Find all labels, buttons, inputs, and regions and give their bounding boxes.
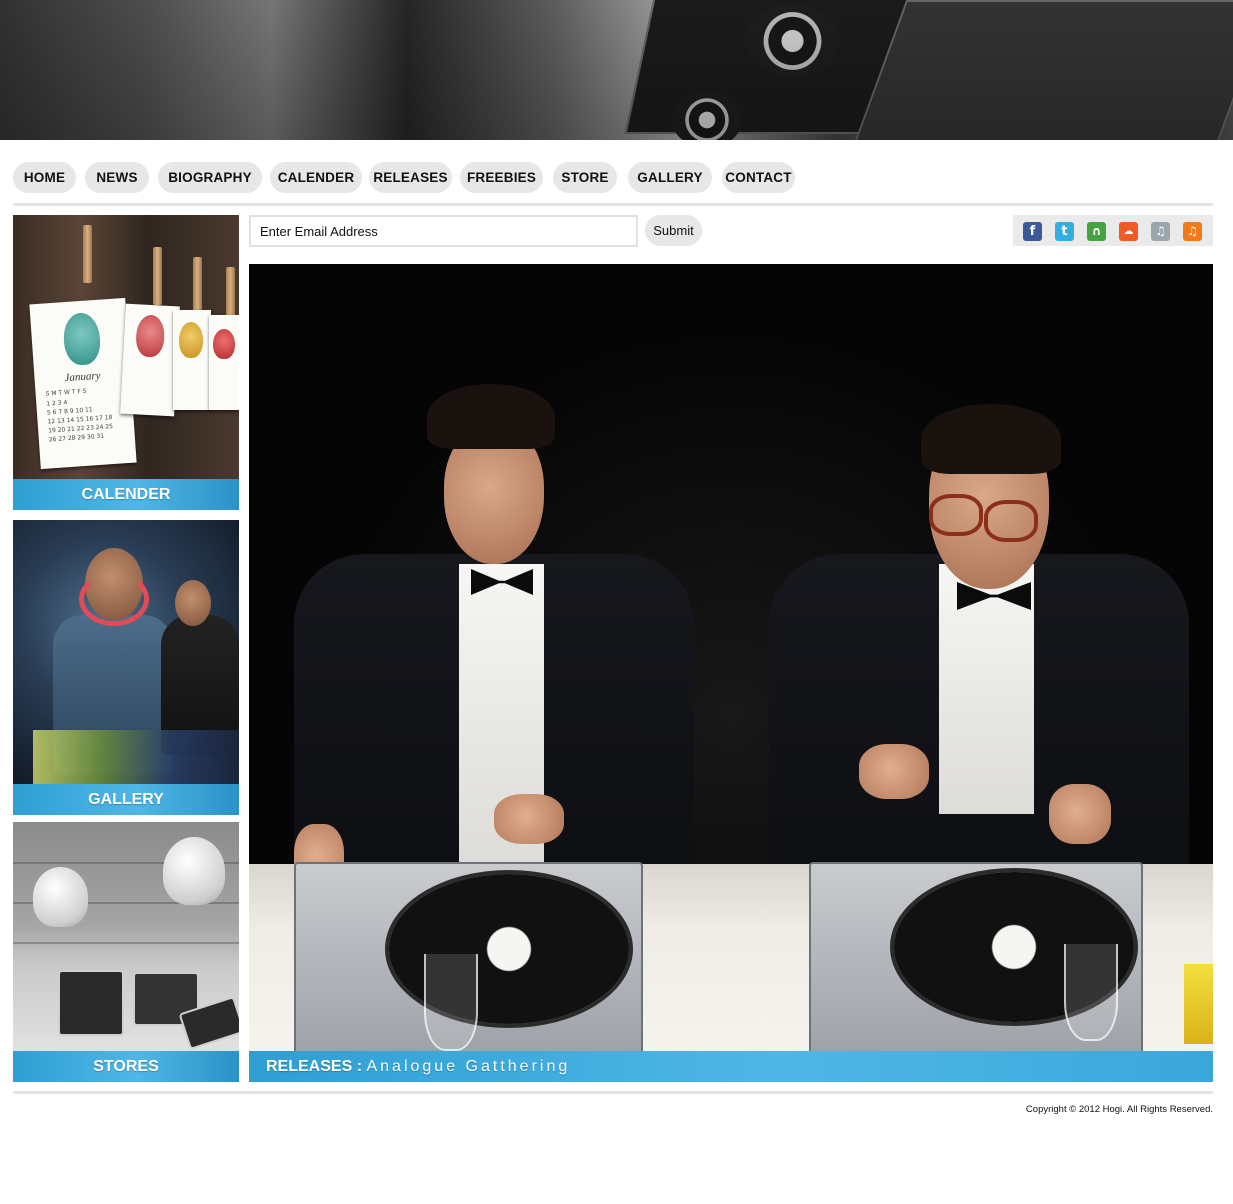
owl-illustration bbox=[135, 314, 166, 358]
owl-illustration bbox=[62, 311, 102, 367]
soundcloud-icon[interactable]: ☁ bbox=[1119, 222, 1138, 241]
calender-panel-label: CALENDER bbox=[13, 479, 239, 510]
nav-freebies[interactable]: FREEBIES bbox=[460, 162, 543, 193]
header-shade bbox=[0, 0, 1233, 140]
nav-releases[interactable]: RELEASES bbox=[369, 162, 452, 193]
featured-release-hero[interactable]: RELEASES : Analogue Gatthering bbox=[249, 264, 1213, 1082]
left-dj-hand bbox=[494, 794, 564, 844]
headphones bbox=[79, 572, 149, 626]
email-input[interactable] bbox=[249, 215, 638, 247]
calendar-card bbox=[209, 315, 239, 410]
right-dj-glasses bbox=[929, 494, 983, 536]
yellow-glass bbox=[1184, 964, 1213, 1044]
main-navigation: HOME NEWS BIOGRAPHY CALENDER RELEASES FR… bbox=[13, 162, 813, 193]
owl-illustration bbox=[179, 322, 203, 358]
calendar-card-february bbox=[120, 303, 180, 417]
owl-illustration bbox=[213, 329, 235, 359]
calendar-card bbox=[173, 310, 211, 410]
dj-equipment-blur bbox=[33, 730, 239, 785]
itunes-icon[interactable]: ♫ bbox=[1183, 222, 1202, 241]
left-dj-hair bbox=[427, 384, 555, 449]
sampler-device bbox=[58, 970, 124, 1036]
nav-gallery[interactable]: GALLERY bbox=[628, 162, 712, 193]
social-icon-bar: f t ∩ ☁ ♫ ♫ bbox=[1013, 215, 1213, 246]
nav-store[interactable]: STORE bbox=[553, 162, 617, 193]
calendar-days-header: S M T W T F S bbox=[45, 387, 87, 398]
gallery-panel-label: GALLERY bbox=[13, 784, 239, 815]
hero-caption-title: Analogue Gatthering bbox=[366, 1058, 571, 1075]
music-note-icon[interactable]: ♫ bbox=[1151, 222, 1170, 241]
chair-illustration bbox=[33, 867, 88, 927]
calendar-month: January bbox=[64, 369, 101, 385]
nav-contact[interactable]: CONTACT bbox=[722, 162, 795, 193]
nav-home[interactable]: HOME bbox=[13, 162, 76, 193]
clothespin bbox=[153, 247, 162, 305]
floor-plank bbox=[13, 942, 239, 944]
hero-caption-label: RELEASES : bbox=[266, 1058, 363, 1075]
nav-biography[interactable]: BIOGRAPHY bbox=[158, 162, 262, 193]
header-banner-image bbox=[0, 0, 1233, 140]
nav-calender[interactable]: CALENDER bbox=[270, 162, 362, 193]
gallery-panel[interactable]: GALLERY bbox=[13, 520, 239, 815]
right-dj-hair bbox=[921, 404, 1061, 474]
champagne-glass bbox=[424, 954, 478, 1051]
nav-news[interactable]: NEWS bbox=[85, 162, 149, 193]
calendar-card-january: January S M T W T F S 1 2 3 4 5 6 7 8 9 … bbox=[29, 297, 137, 470]
clothespin bbox=[193, 257, 202, 315]
twitter-icon[interactable]: t bbox=[1055, 222, 1074, 241]
headphones-icon[interactable]: ∩ bbox=[1087, 222, 1106, 241]
hero-caption-bar: RELEASES : Analogue Gatthering bbox=[249, 1051, 1213, 1082]
right-dj-hand bbox=[1049, 784, 1111, 844]
right-dj-glasses bbox=[984, 500, 1038, 542]
facebook-icon[interactable]: f bbox=[1023, 222, 1042, 241]
submit-button[interactable]: Submit bbox=[645, 215, 702, 246]
champagne-glass bbox=[1064, 944, 1118, 1041]
chair-illustration bbox=[163, 837, 225, 905]
stores-panel-label: STORES bbox=[13, 1051, 239, 1082]
right-dj-hand bbox=[859, 744, 929, 799]
stores-panel[interactable]: STORES bbox=[13, 822, 239, 1082]
nav-divider bbox=[13, 203, 1213, 206]
copyright-text: Copyright © 2012 Hogi. All Rights Reserv… bbox=[1025, 1104, 1213, 1115]
second-head bbox=[175, 580, 211, 626]
footer-divider bbox=[13, 1091, 1213, 1094]
calender-panel[interactable]: January S M T W T F S 1 2 3 4 5 6 7 8 9 … bbox=[13, 215, 239, 510]
clothespin bbox=[83, 225, 92, 283]
